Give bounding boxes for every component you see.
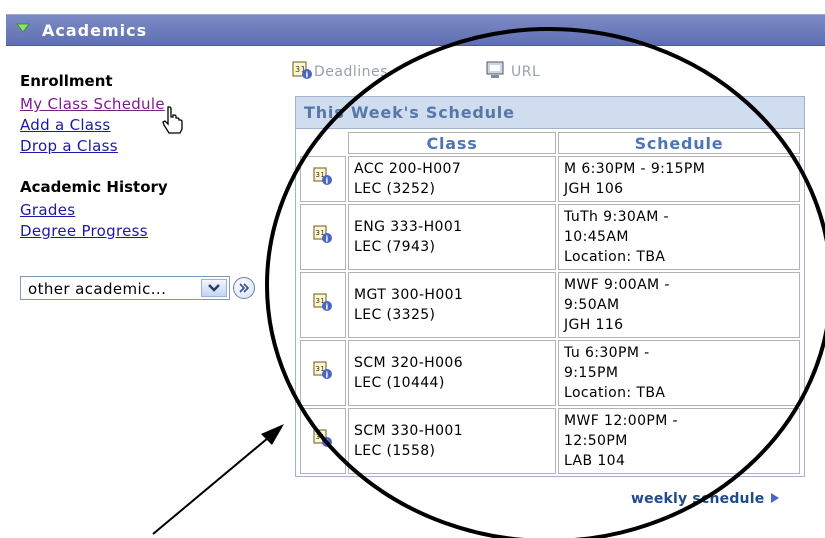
schedule-row: 31 i SCM 320-H006 LEC (10444) Tu 6:30PM - 9:1… bbox=[300, 340, 800, 406]
schedule-row: 31 i SCM 330-H001 LEC (1558) MWF 12:00PM - 12… bbox=[300, 408, 800, 474]
class-cell: ENG 333-H001 LEC (7943) bbox=[348, 204, 556, 270]
class-cell: SCM 330-H001 LEC (1558) bbox=[348, 408, 556, 474]
row-icon-cell[interactable]: 31 i bbox=[300, 204, 346, 270]
grades-link[interactable]: Grades bbox=[20, 201, 75, 219]
schedule-line: TuTh 9:30AM - bbox=[564, 209, 669, 225]
double-arrow-icon bbox=[239, 283, 250, 293]
class-line: LEC (10444) bbox=[354, 375, 445, 391]
class-cell: ACC 200-H007 LEC (3252) bbox=[348, 156, 556, 202]
calendar-info-icon[interactable]: 31i bbox=[313, 224, 333, 244]
schedule-line: Location: TBA bbox=[564, 249, 666, 265]
class-column-header: Class bbox=[348, 132, 556, 154]
class-line: LEC (3325) bbox=[354, 307, 436, 323]
svg-text:i: i bbox=[326, 177, 329, 186]
schedule-cell: Tu 6:30PM - 9:15PM Location: TBA bbox=[558, 340, 800, 406]
schedule-line: LAB 104 bbox=[564, 453, 626, 469]
calendar-info-icon[interactable]: 31i bbox=[313, 166, 333, 186]
svg-text:i: i bbox=[306, 71, 309, 80]
schedule-row: 31 i ENG 333-H001 LEC (7943) TuTh 9:30AM - 10… bbox=[300, 204, 800, 270]
calendar-info-icon[interactable]: 31i bbox=[313, 428, 333, 448]
url-label: URL bbox=[511, 64, 541, 80]
class-line: ENG 333-H001 bbox=[354, 219, 463, 235]
class-line: LEC (3252) bbox=[354, 181, 436, 197]
schedule-line: MWF 12:00PM - bbox=[564, 413, 678, 429]
weekly-schedule-link[interactable]: weekly schedule bbox=[631, 491, 780, 507]
schedule-row: 31 i ACC 200-H007 LEC (3252) M 6:30PM - 9:15… bbox=[300, 156, 800, 202]
schedule-line: M 6:30PM - 9:15PM bbox=[564, 161, 706, 177]
select-arrow-button[interactable] bbox=[201, 279, 227, 297]
add-class-link[interactable]: Add a Class bbox=[20, 116, 111, 134]
schedule-row: 31 i MGT 300-H001 LEC (3325) MWF 9:00AM - 9:5… bbox=[300, 272, 800, 338]
row-icon-cell[interactable]: 31 i bbox=[300, 156, 346, 202]
annotation-arrow bbox=[152, 432, 275, 535]
class-line: SCM 320-H006 bbox=[354, 355, 464, 371]
url-icon bbox=[486, 61, 504, 78]
svg-text:i: i bbox=[326, 371, 329, 380]
arrow-head bbox=[261, 424, 284, 445]
weekly-schedule-panel: This Week's Schedule Class Schedule 31 i A… bbox=[295, 96, 805, 477]
icon-column-header bbox=[300, 132, 346, 154]
other-academic-select[interactable]: other academic... bbox=[20, 276, 230, 300]
schedule-cell: M 6:30PM - 9:15PM JGH 106 bbox=[558, 156, 800, 202]
schedule-cell: TuTh 9:30AM - 10:45AM Location: TBA bbox=[558, 204, 800, 270]
row-icon-cell[interactable]: 31 i bbox=[300, 272, 346, 338]
triangle-down-icon[interactable] bbox=[16, 23, 30, 33]
schedule-cell: MWF 12:00PM - 12:50PM LAB 104 bbox=[558, 408, 800, 474]
go-button[interactable] bbox=[233, 277, 255, 299]
row-icon-cell[interactable]: 31 i bbox=[300, 340, 346, 406]
schedule-line: MWF 9:00AM - bbox=[564, 277, 670, 293]
degree-progress-link[interactable]: Degree Progress bbox=[20, 222, 148, 240]
schedule-line: JGH 116 bbox=[564, 317, 624, 333]
deadlines-label: Deadlines bbox=[314, 64, 388, 80]
enrollment-title: Enrollment bbox=[20, 72, 113, 90]
calendar-info-icon[interactable]: 31i bbox=[313, 292, 333, 312]
weekly-schedule-label: weekly schedule bbox=[631, 491, 765, 507]
drop-class-link[interactable]: Drop a Class bbox=[20, 137, 118, 155]
class-cell: SCM 320-H006 LEC (10444) bbox=[348, 340, 556, 406]
deadlines-link[interactable]: 31 i Deadlines bbox=[292, 60, 388, 80]
row-icon-cell[interactable]: 31 i bbox=[300, 408, 346, 474]
schedule-line: Tu 6:30PM - bbox=[564, 345, 650, 361]
academic-history-title: Academic History bbox=[20, 178, 168, 196]
schedule-line: 9:15PM bbox=[564, 365, 619, 381]
schedule-line: 10:45AM bbox=[564, 229, 629, 245]
calendar-info-icon: 31 i bbox=[292, 61, 312, 80]
svg-text:i: i bbox=[326, 439, 329, 448]
hand-cursor-icon bbox=[162, 106, 183, 134]
calendar-info-icon[interactable]: 31i bbox=[313, 360, 333, 380]
header-title: Academics bbox=[42, 21, 148, 40]
schedule-header: This Week's Schedule bbox=[296, 97, 804, 129]
schedule-title: This Week's Schedule bbox=[304, 103, 515, 122]
class-line: SCM 330-H001 bbox=[354, 423, 464, 439]
chevron-right-icon bbox=[770, 493, 779, 503]
url-link[interactable]: URL bbox=[485, 60, 540, 80]
schedule-line: 12:50PM bbox=[564, 433, 628, 449]
chevron-down-icon bbox=[208, 284, 220, 292]
schedule-cell: MWF 9:00AM - 9:50AM JGH 116 bbox=[558, 272, 800, 338]
academics-header[interactable]: Academics bbox=[6, 14, 825, 46]
class-line: ACC 200-H007 bbox=[354, 161, 462, 177]
select-value: other academic... bbox=[28, 280, 167, 298]
schedule-line: 9:50AM bbox=[564, 297, 620, 313]
schedule-line: Location: TBA bbox=[564, 385, 666, 401]
class-line: LEC (1558) bbox=[354, 443, 436, 459]
schedule-table: Class Schedule 31 i ACC 200-H007 LEC (3252)… bbox=[298, 130, 802, 476]
schedule-line: JGH 106 bbox=[564, 181, 624, 197]
my-class-schedule-link[interactable]: My Class Schedule bbox=[20, 95, 165, 113]
svg-text:i: i bbox=[326, 235, 329, 244]
class-cell: MGT 300-H001 LEC (3325) bbox=[348, 272, 556, 338]
svg-text:i: i bbox=[326, 303, 329, 312]
schedule-column-header: Schedule bbox=[558, 132, 800, 154]
class-line: MGT 300-H001 bbox=[354, 287, 464, 303]
class-line: LEC (7943) bbox=[354, 239, 436, 255]
